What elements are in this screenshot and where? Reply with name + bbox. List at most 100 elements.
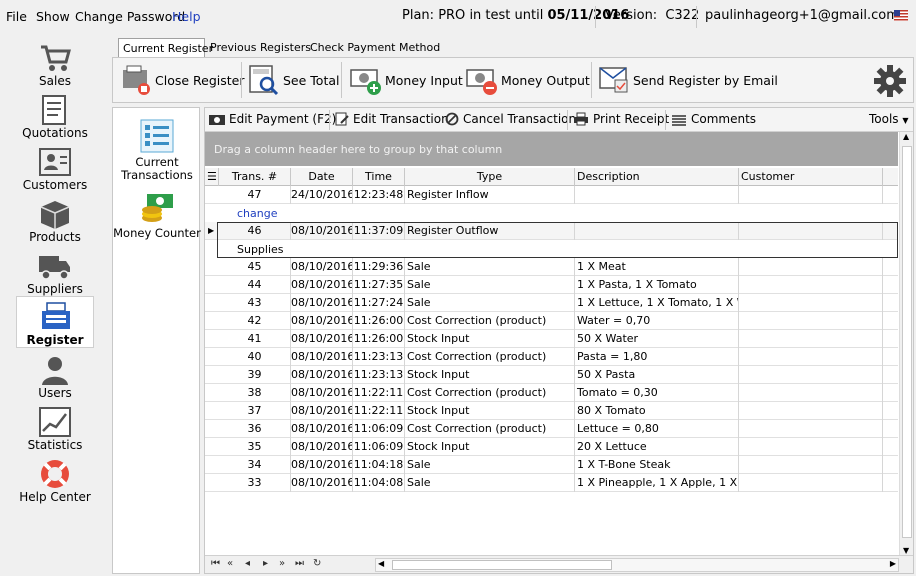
table-cell: 24/10/2016 [291,186,353,204]
menu-help[interactable]: Help [172,9,201,24]
nav-register[interactable]: Register [16,296,94,348]
table-row[interactable]: 35 08/10/2016 11:06:09 Stock Input 20 X Lett… [205,438,898,456]
table-cell: 08/10/2016 [291,222,353,240]
prev-record-icon[interactable]: ◂ [245,558,250,569]
table-cell [739,186,883,204]
cancel-transaction-label: Cancel Transaction [463,112,577,126]
edit-payment-button[interactable]: Edit Payment (F2) [209,112,336,126]
table-row[interactable]: 45 08/10/2016 11:29:36 Sale 1 X Meat [205,258,898,276]
table-row[interactable]: 39 08/10/2016 11:23:13 Stock Input 50 X Past… [205,366,898,384]
col-type[interactable]: Type [405,168,575,186]
table-row[interactable]: 38 08/10/2016 11:22:11 Cost Correction (pro… [205,384,898,402]
money-input-button[interactable]: Money Input [349,64,463,96]
horizontal-scrollbar[interactable]: ◀ ▶ [375,558,899,572]
col-trans-num[interactable]: Trans. # [219,168,291,186]
scroll-down-icon[interactable]: ▼ [903,546,909,555]
version-label: Version: [605,8,658,23]
tab-check-payment-method[interactable]: Check Payment Method [306,38,444,58]
refresh-icon[interactable]: ↻ [313,558,321,569]
prev-page-icon[interactable]: « [227,558,233,569]
table-cell: 1 X Pasta, 1 X Tomato [575,276,739,294]
send-register-email-button[interactable]: Send Register by Email [597,64,778,96]
last-record-icon[interactable]: ⏭ [295,558,304,569]
column-chooser-icon[interactable]: ☰ [205,168,219,186]
money-output-button[interactable]: Money Output [465,64,590,96]
table-cell: 08/10/2016 [291,294,353,312]
user-email[interactable]: paulinhageorg+1@gmail.com [705,8,899,23]
table-cell: Stock Input [405,330,575,348]
nav-sales[interactable]: Sales [0,38,110,90]
edit-transaction-button[interactable]: Edit Transaction [335,112,449,126]
table-row[interactable]: 43 08/10/2016 11:27:24 Sale 1 X Lettuce, 1 X… [205,294,898,312]
scroll-up-icon[interactable]: ▲ [903,132,909,141]
close-register-button[interactable]: Close Register [119,64,245,96]
nav-customers[interactable]: Customers [0,142,110,194]
nav-quotations[interactable]: Quotations [0,90,110,142]
horizontal-scroll-thumb[interactable] [392,560,612,570]
nav-suppliers[interactable]: Suppliers [0,246,110,298]
scroll-right-icon[interactable]: ▶ [890,559,896,568]
table-cell: 08/10/2016 [291,438,353,456]
table-row[interactable]: 44 08/10/2016 11:27:35 Sale 1 X Pasta, 1 X T… [205,276,898,294]
transactions-panel: Edit Payment (F2) Edit Transaction Cance… [204,107,914,574]
menu-change-password[interactable]: Change Password [75,9,185,24]
money-output-label: Money Output [501,73,590,88]
nav-help-center[interactable]: Help Center [0,454,110,506]
menu-show[interactable]: Show [36,9,70,24]
table-cell: 11:23:13 [353,366,405,384]
next-page-icon[interactable]: » [279,558,285,569]
us-flag-icon[interactable] [894,10,908,21]
table-cell: 50 X Pasta [575,366,739,384]
table-row[interactable]: 46 08/10/2016 11:37:09 Register Outflow ▶ [205,222,898,240]
tools-dropdown[interactable]: Tools ▼ [869,112,909,126]
table-cell: 11:22:11 [353,402,405,420]
table-cell [575,222,739,240]
table-cell: 1 X Pineapple, 1 X Apple, 1 X Soa [575,474,739,492]
vertical-scroll-thumb[interactable] [902,146,912,538]
table-cell [739,294,883,312]
table-cell: 36 [219,420,291,438]
table-row[interactable]: 41 08/10/2016 11:26:00 Stock Input 50 X Wate… [205,330,898,348]
first-record-icon[interactable]: ⏮ [211,558,220,569]
nav-products[interactable]: Products [0,194,110,246]
version-number: C322 [665,8,700,23]
col-time[interactable]: Time [353,168,405,186]
table-row[interactable]: 40 08/10/2016 11:23:13 Cost Correction (pro… [205,348,898,366]
table-cell: 43 [219,294,291,312]
nav-label: Products [29,230,81,244]
table-row[interactable]: 47 24/10/2016 12:23:48 Register Inflow [205,186,898,204]
close-register-label: Close Register [155,73,245,88]
group-by-area[interactable]: Drag a column header here to group by th… [205,132,898,166]
nav-users[interactable]: Users [0,350,110,402]
table-cell: 08/10/2016 [291,384,353,402]
gear-icon[interactable] [873,64,907,98]
see-total-button[interactable]: See Total [247,64,339,96]
table-row[interactable]: 36 08/10/2016 11:06:09 Cost Correction (pro… [205,420,898,438]
tab-previous-registers[interactable]: Previous Registers [206,38,315,58]
table-cell: 41 [219,330,291,348]
print-receipt-button[interactable]: Print Receipt [573,112,669,126]
tab-current-register[interactable]: Current Register [118,38,213,58]
chart-icon [39,407,71,437]
table-row[interactable]: 34 08/10/2016 11:04:18 Sale 1 X T-Bone Steak [205,456,898,474]
current-transactions-button[interactable]: Current Transactions [113,118,201,182]
box-icon [40,201,70,229]
table-row[interactable]: 33 08/10/2016 11:04:08 Sale 1 X Pineapple, 1… [205,474,898,492]
comments-button[interactable]: Comments [671,112,756,126]
col-date[interactable]: Date [291,168,353,186]
col-customer[interactable]: Customer [739,168,883,186]
cancel-transaction-button[interactable]: Cancel Transaction [445,112,576,126]
table-cell: Cost Correction (product) [405,384,575,402]
table-row[interactable]: 37 08/10/2016 11:22:11 Stock Input 80 X Toma… [205,402,898,420]
menu-file[interactable]: File [6,9,27,24]
vertical-scrollbar[interactable]: ▲ ▼ [899,132,913,555]
contact-card-icon [39,148,71,176]
nav-statistics[interactable]: Statistics [0,402,110,454]
table-row[interactable]: 42 08/10/2016 11:26:00 Cost Correction (pro… [205,312,898,330]
col-description[interactable]: Description [575,168,739,186]
next-record-icon[interactable]: ▸ [263,558,268,569]
nav-label: Register [26,333,84,347]
scroll-left-icon[interactable]: ◀ [378,559,384,568]
edit-document-icon [335,112,349,126]
money-counter-button[interactable]: Money Counter [113,192,201,240]
